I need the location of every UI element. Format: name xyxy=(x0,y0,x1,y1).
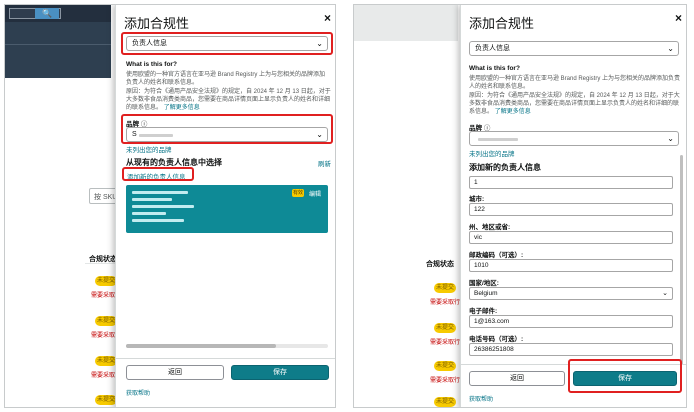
footer-divider xyxy=(116,358,335,359)
status-badge: 未提交 xyxy=(434,283,456,293)
state-input[interactable]: vic xyxy=(469,231,673,244)
what-is-this-for-heading: What is this for? xyxy=(469,65,520,72)
redacted-line xyxy=(132,212,166,215)
horizontal-scrollbar[interactable] xyxy=(126,344,328,348)
reason-paragraph: 原因：为符合《通用产品安全法规》的规定，自 2024 年 12 月 13 日起，… xyxy=(126,88,331,113)
explanation-paragraph: 使用欧盟的一种官方语言在亚马逊 Brand Registry 上为与您相关的品牌… xyxy=(469,76,681,91)
add-new-responsible-link[interactable]: 添加新的负责人信息 xyxy=(127,171,186,181)
country-select[interactable]: Belgium ⌄ xyxy=(469,287,673,300)
status-badge: 未提交 xyxy=(434,323,456,333)
country-label: 国家/地区: xyxy=(469,280,499,287)
brand-value: S xyxy=(132,131,137,138)
background-header xyxy=(354,5,458,41)
get-help-link[interactable]: 获取帮助 xyxy=(469,394,493,403)
email-input[interactable]: 1@163.com xyxy=(469,315,673,328)
status-badge: 未提交 xyxy=(95,276,117,286)
background-top-bar: 🔍 xyxy=(5,5,111,22)
what-is-this-for-heading: What is this for? xyxy=(126,61,177,68)
chevron-down-icon: ⌄ xyxy=(316,39,323,48)
left-screenshot: 🔍 按 SKU 合规状态 未提交 需要采取行动 未提交 需要采取行动 未提交 需… xyxy=(4,4,336,408)
add-new-responsible-heading: 添加新的负责人信息 xyxy=(469,163,541,172)
right-screenshot: 合规状态 未提交 需要采取行动 未提交 需要采取行动 未提交 需要采取行动 未提… xyxy=(353,4,687,408)
chevron-down-icon: ⌄ xyxy=(316,130,323,139)
redacted-line xyxy=(132,198,172,201)
panel-title: 添加合规性 xyxy=(124,16,190,31)
footer-divider xyxy=(461,364,686,365)
compliance-type-value: 负责人信息 xyxy=(132,40,167,47)
status-badge: 未提交 xyxy=(95,395,117,405)
get-help-link[interactable]: 获取帮助 xyxy=(126,388,150,397)
close-icon[interactable]: × xyxy=(324,11,331,25)
city-label: 城市: xyxy=(469,196,485,203)
name-input[interactable]: 1 xyxy=(469,176,673,189)
reason-text: 原因：为符合《通用产品安全法规》的规定，自 2024 年 12 月 13 日起，… xyxy=(126,89,331,112)
compliance-type-select[interactable]: 负责人信息 ⌄ xyxy=(126,36,328,51)
background-subheader xyxy=(5,22,111,78)
learn-more-link[interactable]: 了解更多信息 xyxy=(164,105,200,111)
close-icon[interactable]: × xyxy=(675,11,682,25)
active-badge: 有效 xyxy=(292,189,304,197)
brand-not-listed-link[interactable]: 未列出您的品牌 xyxy=(126,144,172,154)
back-button[interactable]: 返回 xyxy=(469,371,565,386)
brand-select[interactable]: ⌄ xyxy=(469,131,679,146)
back-button[interactable]: 返回 xyxy=(126,365,224,380)
refresh-link[interactable]: 刷新 xyxy=(318,158,331,168)
choose-existing-heading: 从现有的负责人信息中选择 xyxy=(126,158,222,167)
background-status-header: 合规状态 xyxy=(426,261,454,268)
compliance-type-value: 负责人信息 xyxy=(475,45,510,52)
chevron-down-icon: ⌄ xyxy=(662,290,668,297)
status-badge: 未提交 xyxy=(434,361,456,371)
status-badge: 未提交 xyxy=(95,356,117,366)
redacted-line xyxy=(132,205,194,208)
chevron-down-icon: ⌄ xyxy=(667,134,674,143)
brand-select[interactable]: S ⌄ xyxy=(126,127,328,142)
edit-link[interactable]: 编辑 xyxy=(309,189,321,198)
brand-not-listed-link[interactable]: 未列出您的品牌 xyxy=(469,148,515,158)
city-input[interactable]: 122 xyxy=(469,203,673,216)
save-button[interactable]: 保存 xyxy=(231,365,329,380)
redacted-line xyxy=(132,219,184,222)
redacted-brand xyxy=(478,138,518,141)
state-label: 州、地区或省: xyxy=(469,224,511,231)
postal-code-input[interactable]: 1010 xyxy=(469,259,673,272)
redacted-line xyxy=(132,191,188,194)
compliance-type-select[interactable]: 负责人信息 ⌄ xyxy=(469,41,679,56)
email-label: 电子邮件: xyxy=(469,308,498,315)
chevron-down-icon: ⌄ xyxy=(667,44,674,53)
reason-paragraph: 原因：为符合《通用产品安全法规》的规定，自 2024 年 12 月 13 日起，… xyxy=(469,92,681,117)
panel-title: 添加合规性 xyxy=(469,16,535,31)
learn-more-link[interactable]: 了解更多信息 xyxy=(495,109,531,115)
responsible-person-card[interactable]: 有效 编辑 xyxy=(126,185,328,233)
status-badge: 未提交 xyxy=(434,397,456,407)
scrollbar-thumb[interactable] xyxy=(126,344,276,348)
status-badge: 未提交 xyxy=(95,316,117,326)
save-button[interactable]: 保存 xyxy=(573,371,677,386)
background-page xyxy=(354,5,458,407)
add-compliance-panel: 添加合规性 × 负责人信息 ⌄ What is this for? 使用欧盟的一… xyxy=(460,5,686,407)
phone-label: 电话号码（可选）: xyxy=(469,336,524,343)
vertical-scrollbar[interactable] xyxy=(680,155,683,365)
redacted-brand xyxy=(139,134,173,137)
postal-code-label: 邮政编码（可选）: xyxy=(469,252,524,259)
country-value: Belgium xyxy=(474,290,498,297)
explanation-paragraph: 使用欧盟的一种官方语言在亚马逊 Brand Registry 上为与您相关的品牌… xyxy=(126,72,326,87)
add-compliance-panel: 添加合规性 × 负责人信息 ⌄ What is this for? 使用欧盟的一… xyxy=(115,5,335,407)
magnifier-icon[interactable]: 🔍 xyxy=(35,8,59,19)
phone-input[interactable]: 26386251808 xyxy=(469,343,673,356)
